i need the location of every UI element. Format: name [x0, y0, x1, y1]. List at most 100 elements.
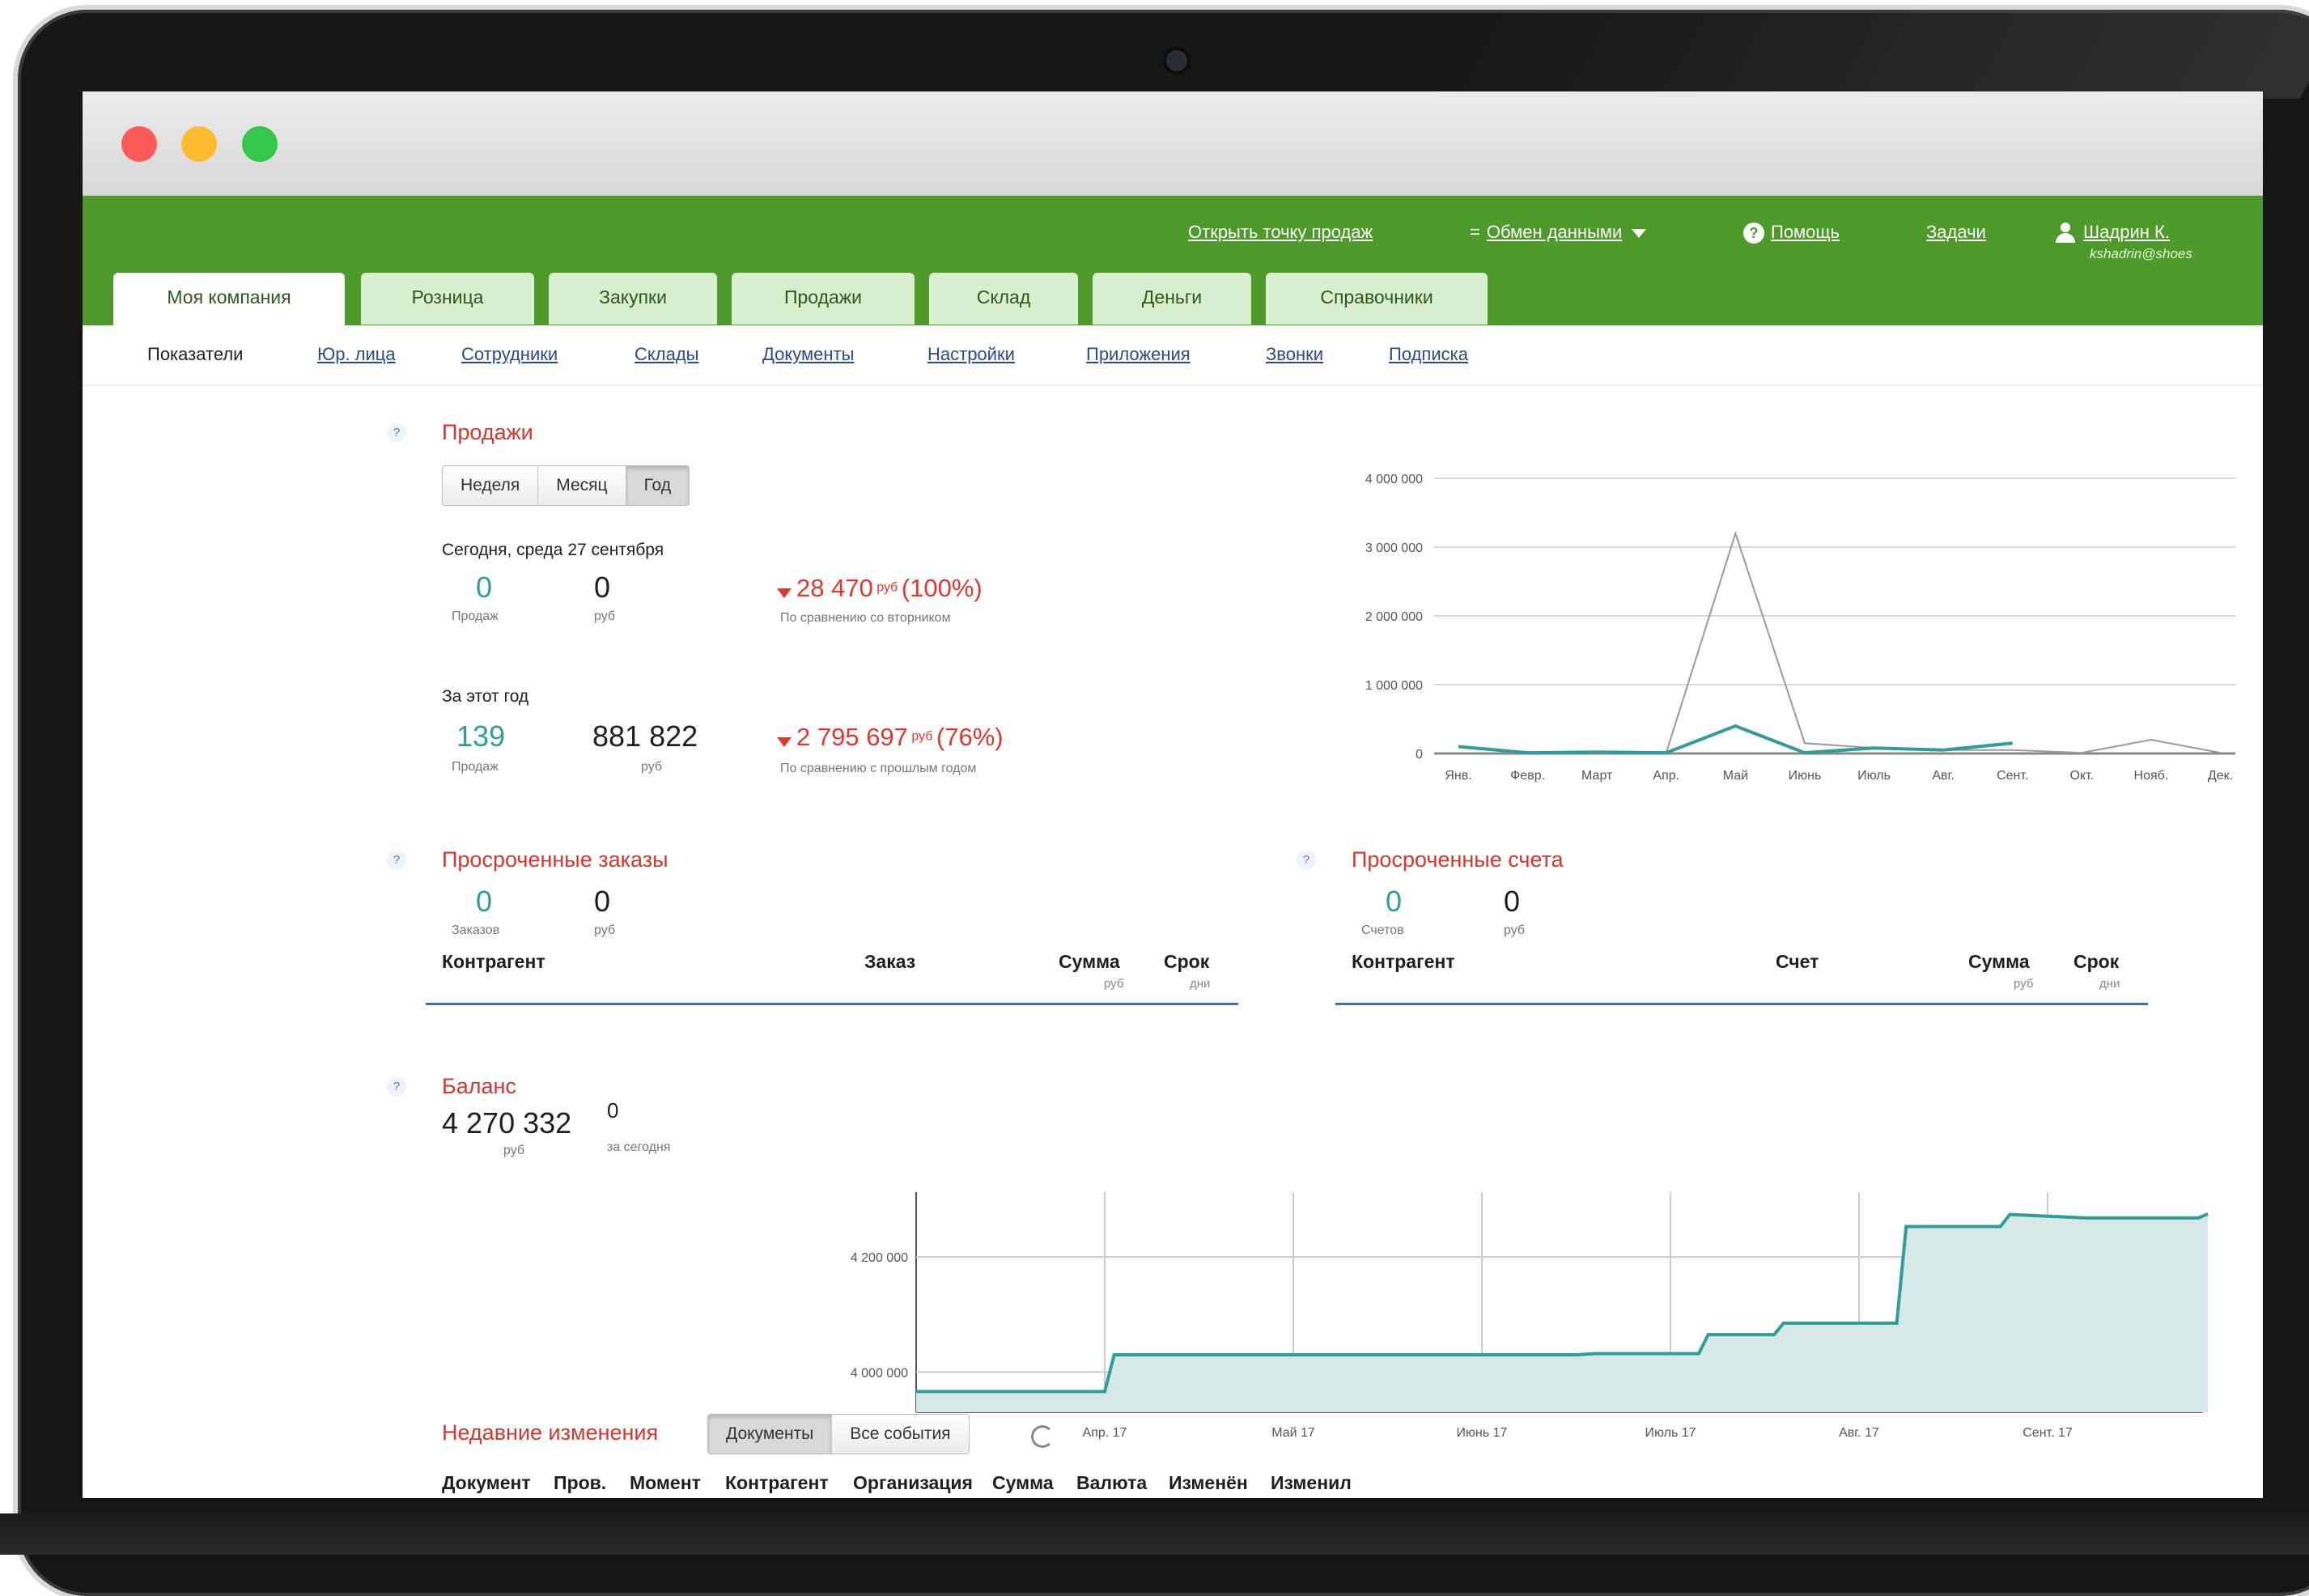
open-pos-link[interactable]: Открыть точку продаж	[1188, 222, 1373, 243]
help-link[interactable]: ? Помощь	[1743, 222, 1840, 244]
tab-retail[interactable]: Розница	[361, 273, 534, 325]
balance-area-fill	[916, 1213, 2209, 1412]
recent-col-6[interactable]: Валюта	[1076, 1472, 1147, 1494]
invoices-col-sum[interactable]: Сумма	[1968, 951, 2030, 973]
subnav-indicators[interactable]: Показатели	[147, 344, 243, 365]
sales-x-tick: Июнь	[1789, 769, 1822, 783]
balance-x-tick: Сент. 17	[2022, 1426, 2073, 1440]
today-sales-sum-label: руб	[594, 609, 616, 623]
recent-col-1[interactable]: Пров.	[554, 1472, 606, 1494]
sales-y-tick: 2 000 000	[1365, 610, 1423, 624]
sales-y-tick: 0	[1416, 748, 1423, 762]
sales-y-tick: 4 000 000	[1365, 473, 1423, 486]
balance-hint-icon[interactable]: ?	[387, 1077, 406, 1097]
orders-col-counterparty[interactable]: Контрагент	[442, 951, 545, 973]
recent-col-3[interactable]: Контрагент	[725, 1472, 829, 1494]
balance-y-tick: 4 200 000	[851, 1251, 908, 1265]
invoices-col-sum-unit: руб	[2014, 977, 2034, 991]
subnav-applications[interactable]: Приложения	[1086, 344, 1191, 365]
overdue-invoices-count-label: Счетов	[1361, 923, 1404, 937]
sales-title: Продажи	[442, 420, 533, 444]
invoices-col-counterparty[interactable]: Контрагент	[1352, 951, 1455, 973]
balance-value: 4 270 332	[442, 1106, 572, 1140]
refresh-icon[interactable]	[1031, 1425, 1054, 1448]
tab-my-company[interactable]: Моя компания	[113, 273, 345, 326]
tab-sales[interactable]: Продажи	[732, 273, 915, 325]
year-label: За этот год	[442, 687, 529, 706]
overdue-invoices-hint-icon[interactable]: ?	[1297, 851, 1316, 870]
overdue-orders-hint-icon[interactable]: ?	[387, 851, 406, 870]
year-sales-count[interactable]: 139	[456, 719, 505, 753]
sales-hint-icon[interactable]: ?	[387, 423, 406, 443]
today-diff-pct: (100%)	[901, 574, 983, 602]
sales-x-tick: Янв.	[1445, 769, 1471, 783]
overdue-orders-count[interactable]: 0	[476, 885, 492, 919]
period-month-button[interactable]: Месяц	[538, 466, 626, 505]
balance-x-tick: Авг. 17	[1839, 1426, 1879, 1440]
overdue-invoices-title: Просроченные счета	[1352, 847, 1564, 872]
overdue-invoices-count[interactable]: 0	[1386, 885, 1402, 919]
tab-references[interactable]: Справочники	[1266, 273, 1488, 325]
laptop-bottom-edge	[0, 1513, 2309, 1555]
recent-col-5[interactable]: Сумма	[992, 1472, 1054, 1494]
recent-changes-title: Недавние изменения	[442, 1420, 659, 1445]
recent-col-7[interactable]: Изменён	[1169, 1472, 1248, 1494]
year-diff: 2 795 697 руб (76%)	[777, 723, 1004, 752]
period-year-button[interactable]: Год	[626, 466, 690, 505]
balance-unit: руб	[503, 1144, 525, 1157]
orders-col-term[interactable]: Срок	[1164, 951, 1209, 973]
invoices-col-invoice[interactable]: Счет	[1776, 951, 1819, 973]
today-sales-count[interactable]: 0	[476, 571, 492, 605]
equals-icon: =	[1470, 222, 1480, 242]
help-label: Помощь	[1771, 222, 1840, 242]
subnav-legal-entities[interactable]: Юр. лица	[317, 344, 396, 365]
balance-title: Баланс	[442, 1074, 516, 1098]
close-window-button[interactable]	[121, 126, 157, 162]
recent-all-events-button[interactable]: Все события	[832, 1415, 969, 1454]
balance-x-tick: Апр. 17	[1083, 1426, 1127, 1440]
balance-x-tick: Июнь 17	[1457, 1426, 1508, 1440]
year-sales-sum: 881 822	[592, 719, 698, 753]
period-week-button[interactable]: Неделя	[443, 466, 539, 505]
recent-documents-button[interactable]: Документы	[708, 1415, 833, 1454]
orders-col-sum[interactable]: Сумма	[1059, 951, 1120, 973]
orders-col-order[interactable]: Заказ	[864, 951, 915, 973]
user-menu[interactable]: Шадрин К.	[2054, 222, 2170, 244]
sales-line-chart: 4 000 000 3 000 000 2 000 000 1 000 000 0 Янв…	[1365, 473, 2235, 783]
subnav-documents[interactable]: Документы	[762, 344, 854, 365]
subnav-calls[interactable]: Звонки	[1266, 344, 1323, 365]
sales-x-tick: Июль	[1857, 769, 1891, 783]
orders-col-term-unit: дни	[1190, 977, 1211, 991]
subnav-warehouses[interactable]: Склады	[635, 344, 698, 365]
tasks-link[interactable]: Задачи	[1926, 222, 1986, 243]
year-sales-count-label: Продаж	[452, 760, 499, 774]
tab-money[interactable]: Деньги	[1093, 273, 1251, 325]
subnav-subscription[interactable]: Подписка	[1389, 344, 1468, 365]
chevron-down-icon	[1632, 228, 1647, 238]
period-switcher: Неделя Месяц Год	[442, 465, 690, 506]
maximize-window-button[interactable]	[242, 126, 278, 162]
data-exchange-menu[interactable]: = Обмен данными	[1470, 222, 1647, 243]
subnav-settings[interactable]: Настройки	[927, 344, 1015, 365]
recent-col-0[interactable]: Документ	[442, 1472, 531, 1494]
today-diff-unit: руб	[876, 580, 898, 595]
tab-warehouse[interactable]: Склад	[929, 273, 1078, 325]
sales-x-tick: Нояб.	[2134, 769, 2169, 783]
question-circle-icon: ?	[1743, 223, 1764, 244]
overdue-invoices-sum: 0	[1504, 885, 1521, 918]
tab-purchases[interactable]: Закупки	[549, 273, 717, 325]
minimize-window-button[interactable]	[181, 126, 217, 162]
recent-changes-switcher: Документы Все события	[707, 1414, 970, 1454]
balance-area-chart: Март 17Апр. 17Май 17Июнь 17Июль 17Авг. 1…	[851, 1192, 2209, 1440]
invoices-col-term[interactable]: Срок	[2073, 951, 2119, 973]
subnav-employees[interactable]: Сотрудники	[461, 344, 558, 365]
webcam	[1166, 50, 1187, 71]
recent-col-2[interactable]: Момент	[630, 1472, 701, 1494]
triangle-down-icon	[777, 736, 792, 747]
sales-series-line-0	[1458, 530, 2221, 754]
user-login: kshadrin@shoes	[2090, 246, 2192, 261]
sales-series-line-1	[1458, 724, 2013, 755]
sales-x-tick: Сент.	[1997, 769, 2028, 783]
recent-col-8[interactable]: Изменил	[1271, 1472, 1352, 1494]
recent-col-4[interactable]: Организация	[853, 1472, 973, 1494]
